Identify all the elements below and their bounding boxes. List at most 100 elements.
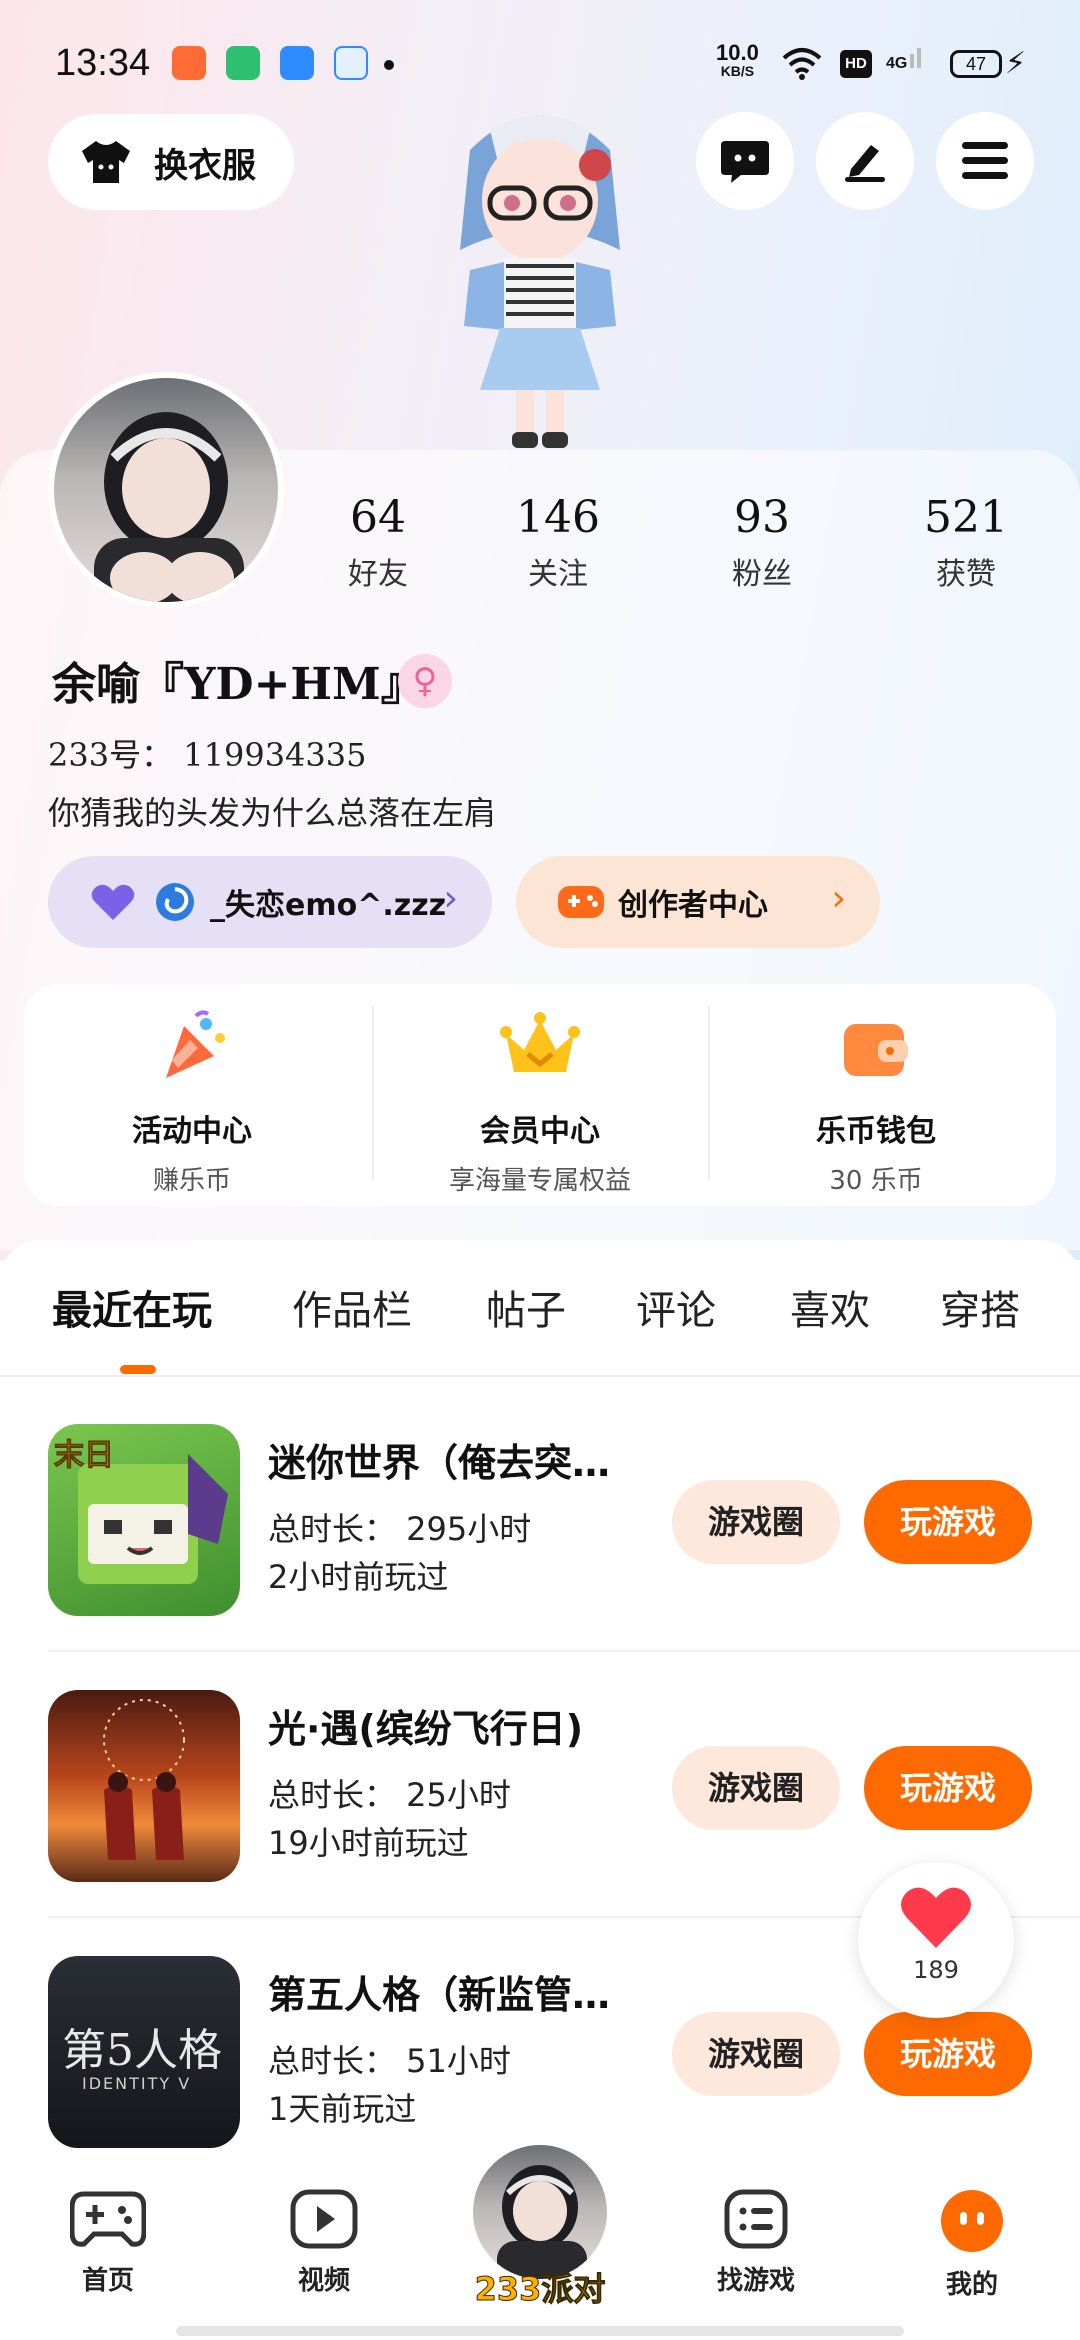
tab-recently-played[interactable]: 最近在玩 (52, 1278, 212, 1336)
member-center[interactable]: 会员中心 享海量专属权益 (372, 984, 708, 1206)
menu-icon (962, 142, 1008, 179)
game-thumbnail (48, 1690, 240, 1882)
tab-works[interactable]: 作品栏 (292, 1278, 412, 1336)
more-notifications-icon (384, 60, 394, 70)
edit-profile-button[interactable] (816, 112, 914, 210)
nav-mine-label: 我的 (945, 2270, 998, 2300)
play-game-button[interactable]: 玩游戏 (864, 1746, 1032, 1830)
party-avatar-button[interactable] (468, 2140, 612, 2284)
tab-divider (0, 1375, 1080, 1377)
play-game-button[interactable]: 玩游戏 (864, 1480, 1032, 1564)
home-indicator (176, 2326, 904, 2336)
stat-friends-count: 64 (350, 492, 406, 543)
game-circle-button[interactable]: 游戏圈 (672, 1480, 840, 1564)
shield-notification-icon (226, 46, 260, 80)
chevron-right-icon: › (831, 878, 846, 919)
nickname: 余喻『YD+HM』 (52, 659, 425, 710)
likes-floating-button[interactable]: 189 (858, 1862, 1014, 2018)
list-icon (724, 2189, 788, 2249)
nav-home[interactable]: 首页 (38, 2188, 178, 2297)
game-title: 第五人格（新监管… (268, 1973, 611, 2017)
stat-followers-count: 93 (734, 492, 790, 543)
game-thumbnail: 末日 (48, 1424, 240, 1616)
profile-face-icon (941, 2190, 1003, 2252)
edit-icon (845, 145, 885, 182)
fan-group-pill[interactable]: _失恋emo^.zzz › (48, 856, 492, 948)
play-game-button[interactable]: 玩游戏 (864, 2012, 1032, 2096)
nav-mine[interactable]: 我的 (902, 2188, 1042, 2301)
search-notification-icon (334, 46, 368, 80)
game-duration: 总时长： 25小时 (268, 1776, 511, 1814)
tab-likes[interactable]: 喜欢 (790, 1278, 870, 1336)
activity-center[interactable]: 活动中心 赚乐币 (24, 984, 360, 1206)
gamepad-icon (69, 2191, 147, 2247)
game-title: 光·遇(缤纷飞行日) (268, 1707, 584, 1751)
gamepad-icon (558, 886, 604, 918)
signal-indicator: 4G (886, 48, 922, 73)
bio: 你猜我的头发为什么总落在左肩 (48, 794, 497, 832)
user-id[interactable]: 233号： 119934335 (48, 730, 367, 776)
tshirt-icon (82, 141, 130, 183)
stat-friends[interactable]: 64 好友 (298, 492, 458, 593)
nav-video-label: 视频 (297, 2266, 350, 2296)
wallet-icon (844, 1024, 908, 1076)
game-thumbnail-label: 末日 (54, 1438, 115, 1474)
game-last-played: 1天前玩过 (268, 2090, 417, 2128)
active-tab-indicator (120, 1365, 156, 1374)
game-thumbnail-sublabel: IDENTITY V (82, 2074, 192, 2093)
tab-posts[interactable]: 帖子 (486, 1278, 566, 1336)
tab-comments[interactable]: 评论 (636, 1278, 716, 1336)
purple-heart-icon (91, 884, 135, 920)
likes-count: 189 (913, 1956, 959, 1984)
crown-icon (500, 1012, 580, 1072)
heart-icon (901, 1887, 971, 1948)
creator-center-label: 创作者中心 (618, 888, 768, 923)
coin-wallet-title: 乐币钱包 (816, 1114, 936, 1149)
wifi-icon (782, 48, 822, 80)
row-divider (48, 1650, 1080, 1652)
profile-avatar[interactable] (48, 372, 284, 608)
feather-notification-icon (280, 46, 314, 80)
chat-button[interactable] (696, 112, 794, 210)
game-thumbnail-label: 第5人格 (62, 2025, 222, 2076)
party-avatar-photo (497, 2165, 587, 2279)
game-thumbnail: 第5人格 IDENTITY V (48, 1956, 240, 2148)
chat-icon (721, 141, 769, 183)
stat-likes-count: 521 (924, 492, 1008, 543)
stat-friends-label: 好友 (348, 557, 408, 592)
nav-find-games[interactable]: 找游戏 (686, 2188, 826, 2297)
nav-find-games-label: 找游戏 (716, 2266, 795, 2296)
game-last-played: 19小时前玩过 (268, 1824, 469, 1862)
menu-button[interactable] (936, 112, 1034, 210)
stat-following-count: 146 (516, 492, 600, 543)
game-row[interactable]: 末日 迷你世界（俺去突… 总时长： 295小时 2小时前玩过 游戏圈 玩游戏 (0, 1424, 1080, 1690)
nav-video[interactable]: 视频 (254, 2188, 394, 2297)
activity-center-sub: 赚乐币 (152, 1166, 231, 1196)
avatar-photo (94, 412, 244, 602)
avatar-figure (460, 115, 620, 448)
game-circle-button[interactable]: 游戏圈 (672, 2012, 840, 2096)
chevron-right-icon: › (443, 878, 458, 919)
change-outfit-button[interactable]: 换衣服 (48, 114, 294, 210)
status-time: 13:34 (55, 42, 151, 84)
gender-female-icon: ♀ (398, 654, 452, 708)
tab-outfits[interactable]: 穿搭 (940, 1278, 1020, 1336)
charging-icon: ⚡ (1005, 46, 1027, 81)
nav-home-label: 首页 (81, 2266, 134, 2296)
stat-followers-label: 粉丝 (732, 557, 792, 592)
member-center-sub: 享海量专属权益 (448, 1166, 631, 1196)
activity-center-title: 活动中心 (132, 1114, 252, 1149)
coin-wallet[interactable]: 乐币钱包 30 乐币 (708, 984, 1044, 1206)
fan-group-label: _失恋emo^.zzz (210, 888, 447, 923)
game-circle-button[interactable]: 游戏圈 (672, 1746, 840, 1830)
stat-following[interactable]: 146 关注 (478, 492, 638, 593)
stat-likes[interactable]: 521 获赞 (886, 492, 1046, 593)
battery-indicator: 47 (950, 50, 1002, 78)
game-duration: 总时长： 295小时 (268, 1510, 532, 1548)
stat-followers[interactable]: 93 粉丝 (682, 492, 842, 593)
nav-party-label[interactable]: 233派对 (458, 2264, 622, 2310)
game-duration: 总时长： 51小时 (268, 2042, 511, 2080)
creator-center-pill[interactable]: 创作者中心 › (516, 856, 880, 948)
stat-following-label: 关注 (528, 557, 588, 592)
swirl-icon (156, 883, 194, 921)
